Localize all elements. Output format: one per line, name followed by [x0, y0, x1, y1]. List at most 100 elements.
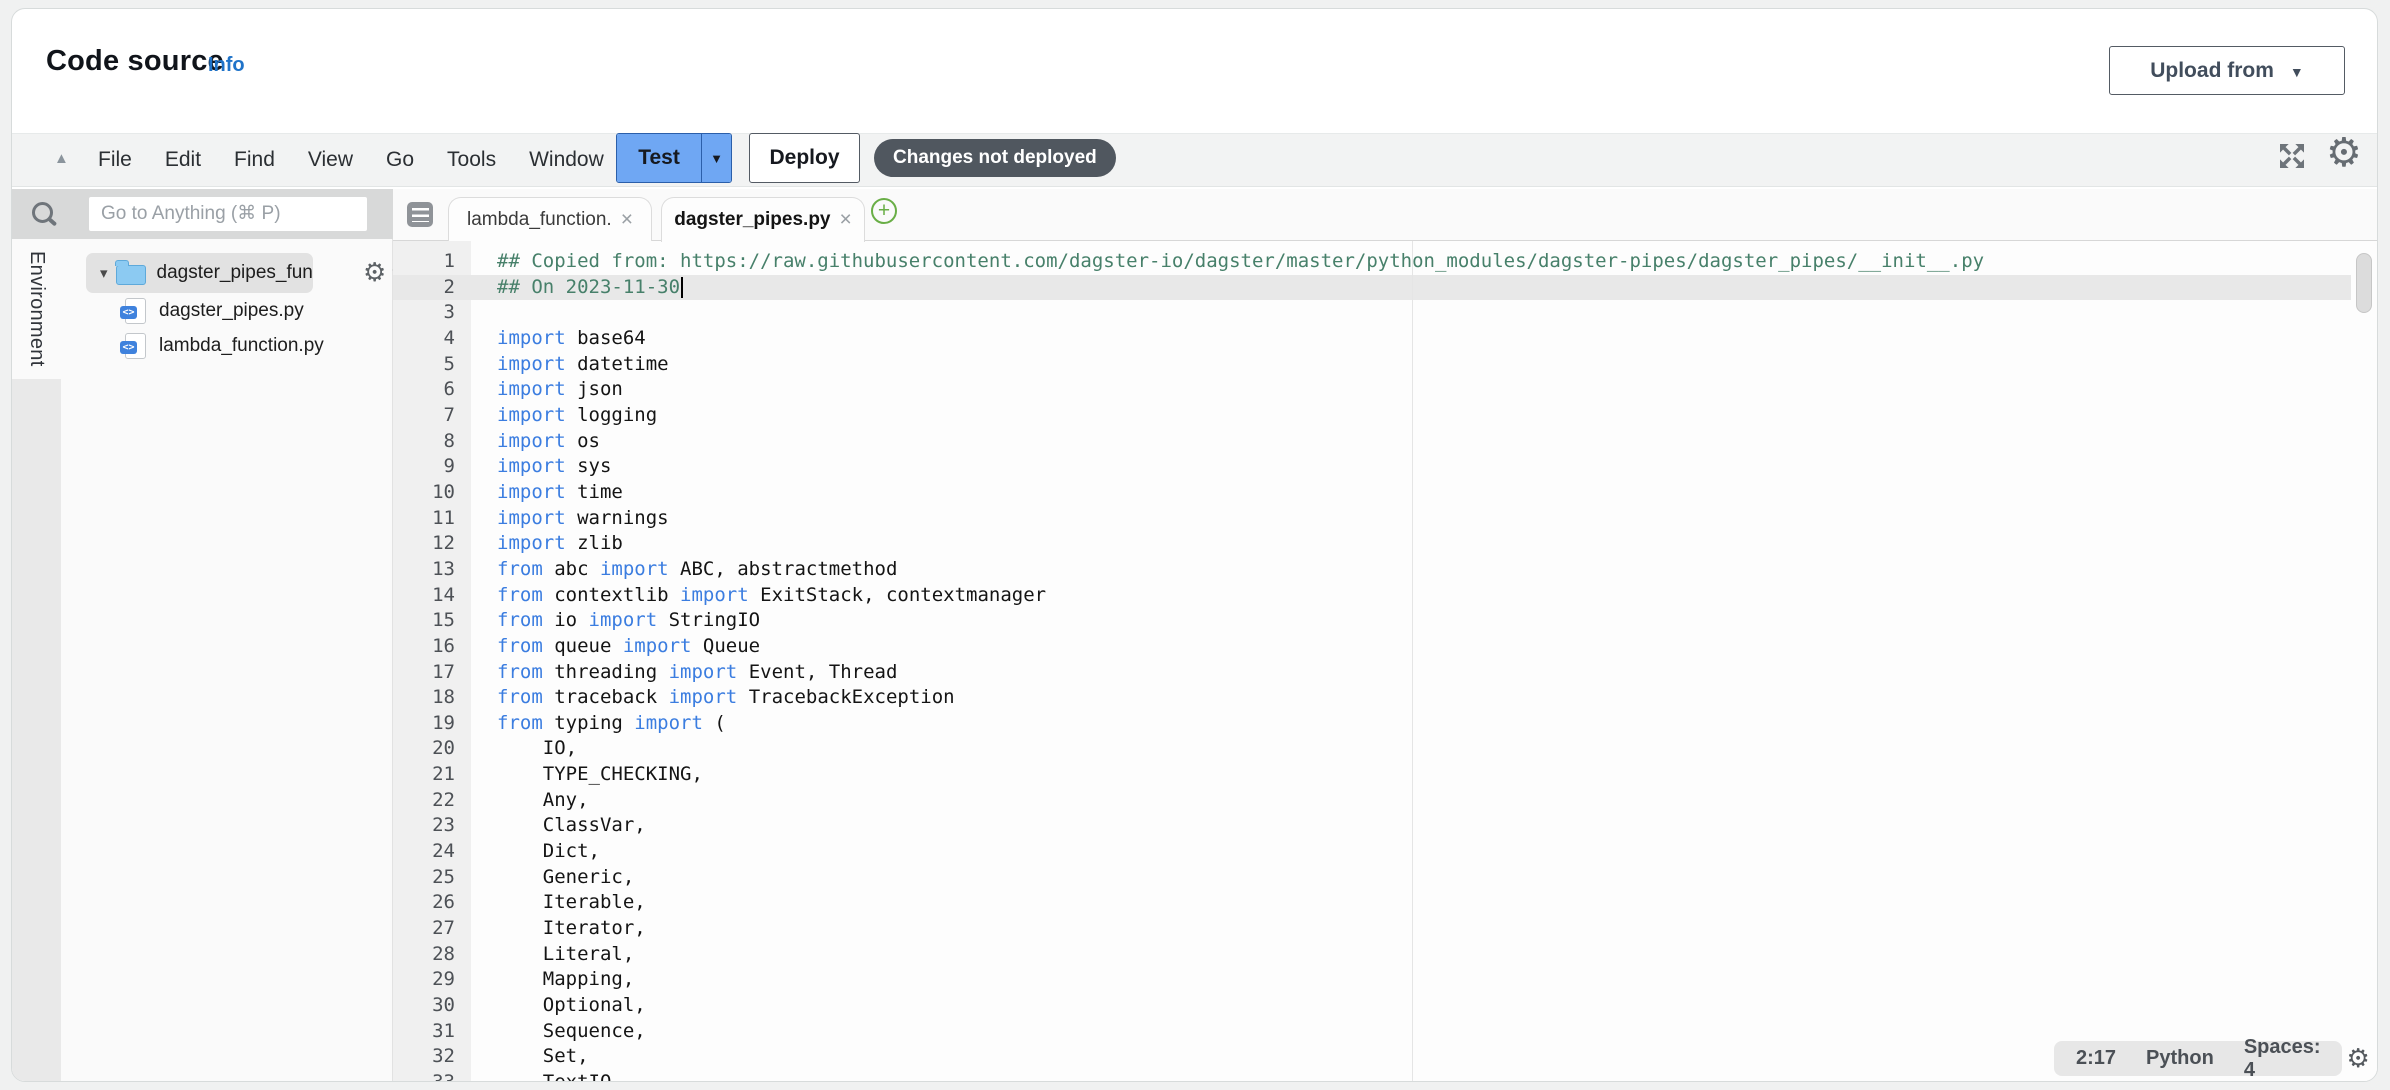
line-number: 22 — [393, 788, 471, 814]
menu-item-file[interactable]: File — [98, 148, 132, 172]
code-line: 2## On 2023-11-30 — [393, 275, 2377, 301]
line-content: ## Copied from: https://raw.githubuserco… — [471, 249, 1984, 275]
menu-item-tools[interactable]: Tools — [447, 148, 496, 172]
tab-environment[interactable]: Environment — [12, 239, 61, 379]
line-content: Literal, — [471, 942, 634, 968]
environment-label: Environment — [25, 251, 48, 367]
info-link[interactable]: Info — [208, 54, 245, 77]
line-content: from traceback import TracebackException — [471, 685, 955, 711]
editor-status-bar: 2:17 Python Spaces: 4 ⚙ — [2054, 1041, 2342, 1076]
line-number: 3 — [393, 300, 471, 326]
test-button[interactable]: Test — [617, 134, 701, 182]
line-content: Any, — [471, 788, 589, 814]
chevron-down-icon: ▼ — [710, 151, 723, 166]
code-line: 4import base64 — [393, 326, 2377, 352]
vertical-scrollbar-thumb[interactable] — [2356, 253, 2372, 313]
line-content: Dict, — [471, 839, 600, 865]
code-line: 20 IO, — [393, 736, 2377, 762]
indentation-setting[interactable]: Spaces: 4 — [2244, 1036, 2321, 1082]
line-number: 32 — [393, 1044, 471, 1070]
test-split-button[interactable]: Test ▼ — [616, 133, 732, 183]
line-content: import json — [471, 377, 623, 403]
line-number: 12 — [393, 531, 471, 557]
line-number: 4 — [393, 326, 471, 352]
menu-bar: ▲ File Edit Find View Go Tools Window — [12, 133, 2377, 187]
tab-dagster_pipes-py[interactable]: dagster_pipes.py × — [661, 197, 865, 242]
code-line: 26 Iterable, — [393, 890, 2377, 916]
line-content: Mapping, — [471, 967, 634, 993]
line-number: 11 — [393, 506, 471, 532]
code-line: 3 — [393, 300, 2377, 326]
line-content: Iterator, — [471, 916, 646, 942]
folder-name: dagster_pipes_funct — [157, 262, 313, 284]
code-line: 27 Iterator, — [393, 916, 2377, 942]
code-line: 12import zlib — [393, 531, 2377, 557]
line-number: 16 — [393, 634, 471, 660]
line-content: Set, — [471, 1044, 589, 1070]
tree-file-lambda_function-py[interactable]: <> lambda_function.py — [61, 328, 392, 363]
gear-icon[interactable]: ⚙ — [2326, 129, 2362, 177]
code-line: 9import sys — [393, 454, 2377, 480]
menu-item-view[interactable]: View — [308, 148, 353, 172]
line-number: 18 — [393, 685, 471, 711]
code-line: 17from threading import Event, Thread — [393, 660, 2377, 686]
test-dropdown-arrow[interactable]: ▼ — [701, 134, 731, 182]
code-line: 28 Literal, — [393, 942, 2377, 968]
tab-label: lambda_function. — [467, 209, 612, 231]
chevron-down-icon: ▼ — [2290, 64, 2304, 80]
editor-tabs: lambda_function. × dagster_pipes.py × — [448, 197, 865, 242]
close-icon[interactable]: × — [621, 210, 633, 230]
line-number: 23 — [393, 813, 471, 839]
line-content: from queue import Queue — [471, 634, 760, 660]
menu-item-window[interactable]: Window — [529, 148, 604, 172]
code-brackets-glyph: <> — [120, 341, 137, 354]
deploy-button[interactable]: Deploy — [749, 133, 860, 183]
code-line: 13from abc import ABC, abstractmethod — [393, 557, 2377, 583]
line-content: from typing import ( — [471, 711, 726, 737]
code-line: 11import warnings — [393, 506, 2377, 532]
code-line: 22 Any, — [393, 788, 2377, 814]
tab-list-icon[interactable] — [407, 202, 433, 227]
line-content: ## On 2023-11-30 — [471, 275, 683, 301]
gear-icon[interactable]: ⚙ — [2347, 1044, 2370, 1074]
collapse-icon[interactable]: ▲ — [54, 150, 69, 167]
add-tab-icon[interactable]: + — [871, 198, 897, 224]
file-tree-panel: ▾ dagster_pipes_funct ⚙ ▼ <>dagster_pipe… — [61, 239, 393, 1081]
file-name: lambda_function.py — [159, 335, 324, 357]
language-mode[interactable]: Python — [2146, 1047, 2214, 1070]
line-content: Iterable, — [471, 890, 646, 916]
search-icon[interactable] — [32, 202, 56, 226]
line-content: from io import StringIO — [471, 608, 760, 634]
line-number: 28 — [393, 942, 471, 968]
deploy-status-badge: Changes not deployed — [874, 139, 1116, 177]
line-number: 15 — [393, 608, 471, 634]
code-lines: 1## Copied from: https://raw.githubuserc… — [393, 249, 2377, 1081]
file-name: dagster_pipes.py — [159, 300, 304, 322]
line-number: 17 — [393, 660, 471, 686]
tree-file-dagster_pipes-py[interactable]: <>dagster_pipes.py — [61, 293, 392, 328]
code-line: 5import datetime — [393, 352, 2377, 378]
tree-folder-row[interactable]: ▾ dagster_pipes_funct — [86, 253, 313, 293]
cursor-position[interactable]: 2:17 — [2076, 1047, 2116, 1070]
python-file-icon: <> — [125, 333, 146, 359]
line-number: 24 — [393, 839, 471, 865]
menu-item-find[interactable]: Find — [234, 148, 275, 172]
line-number: 31 — [393, 1019, 471, 1045]
tab-label: dagster_pipes.py — [674, 209, 830, 231]
fullscreen-icon[interactable] — [2276, 140, 2308, 172]
upload-from-button[interactable]: Upload from ▼ — [2109, 46, 2345, 95]
menu-item-edit[interactable]: Edit — [165, 148, 201, 172]
line-content: Optional, — [471, 993, 646, 1019]
search-input[interactable] — [89, 197, 367, 231]
code-line: 24 Dict, — [393, 839, 2377, 865]
menu-item-go[interactable]: Go — [386, 148, 414, 172]
line-content: import sys — [471, 454, 611, 480]
line-number: 7 — [393, 403, 471, 429]
line-content: TextIO — [471, 1070, 611, 1081]
code-editor[interactable]: 1## Copied from: https://raw.githubuserc… — [393, 241, 2377, 1081]
sidebar-search-strip — [12, 189, 393, 239]
close-icon[interactable]: × — [840, 210, 852, 230]
tab-lambda_function-[interactable]: lambda_function. × — [448, 197, 652, 242]
caret-down-icon[interactable]: ▾ — [100, 264, 108, 282]
code-line: 16from queue import Queue — [393, 634, 2377, 660]
